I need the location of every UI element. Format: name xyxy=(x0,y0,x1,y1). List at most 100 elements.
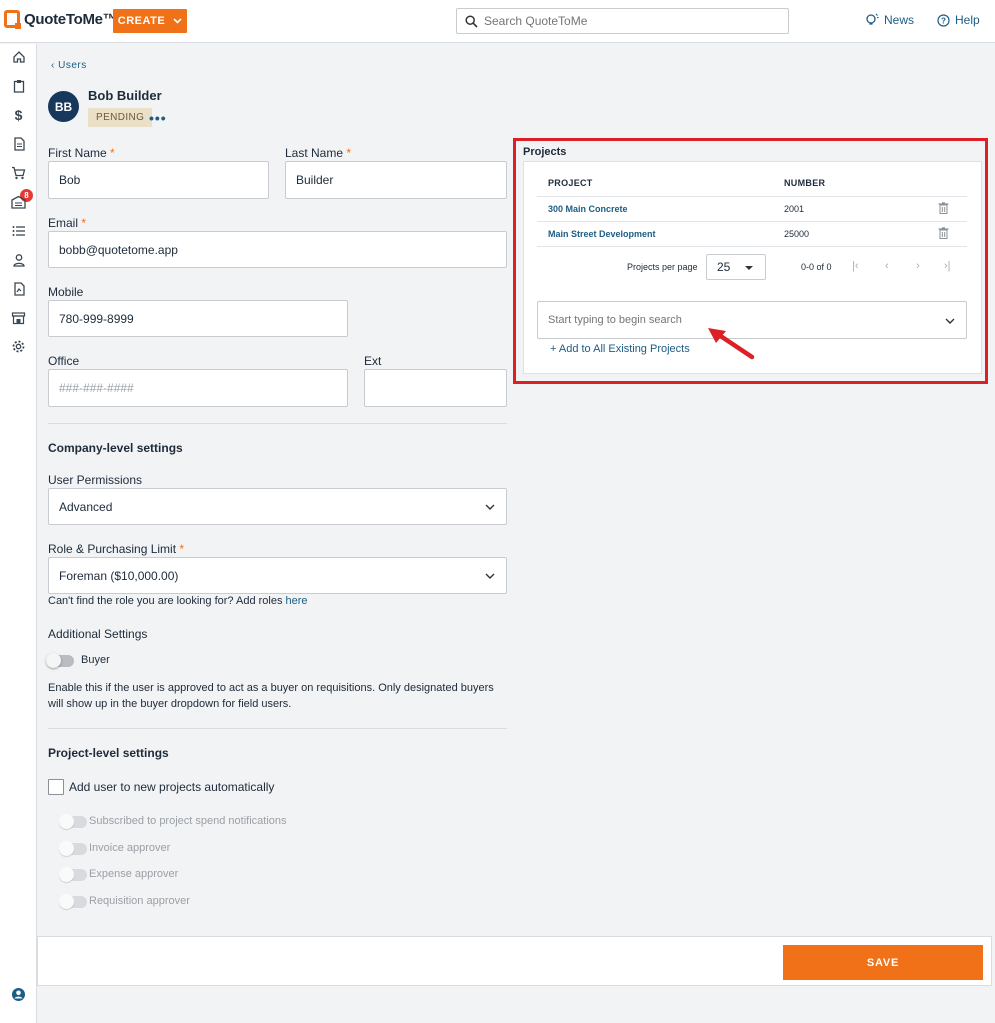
table-row-number: 2001 xyxy=(784,204,805,214)
global-search-input[interactable] xyxy=(484,14,774,28)
news-label: News xyxy=(884,13,915,27)
table-row-divider xyxy=(537,221,967,222)
gear-icon[interactable] xyxy=(10,338,27,355)
last-name-field[interactable]: Builder xyxy=(285,161,507,199)
cart-icon[interactable] xyxy=(10,164,27,181)
email-field[interactable]: bobb@quotetome.app xyxy=(48,231,507,268)
user-name: Bob Builder xyxy=(88,88,162,103)
more-options-icon[interactable]: ••• xyxy=(149,110,167,126)
mobile-field[interactable]: 780-999-8999 xyxy=(48,300,348,337)
per-page-select[interactable]: 25 xyxy=(706,254,766,280)
logo-icon xyxy=(4,10,21,29)
news-link[interactable]: News xyxy=(865,13,914,27)
dollar-icon[interactable]: $ xyxy=(10,106,27,123)
annotation-arrow-icon xyxy=(708,328,755,360)
create-button[interactable]: CREATE xyxy=(113,9,187,33)
spend-notifications-toggle[interactable] xyxy=(59,814,87,829)
auto-add-label: Add user to new projects automatically xyxy=(69,780,275,794)
back-to-users-link[interactable]: ‹ Users xyxy=(51,60,87,71)
bottom-strip xyxy=(37,986,995,1023)
create-button-label: CREATE xyxy=(117,15,166,27)
page-range: 0-0 of 0 xyxy=(801,262,832,272)
requisition-approver-toggle[interactable] xyxy=(59,894,87,909)
caret-down-icon xyxy=(745,266,753,270)
per-page-value: 25 xyxy=(717,260,731,274)
column-header-number[interactable]: NUMBER xyxy=(784,178,825,188)
lightbulb-icon xyxy=(866,13,879,25)
email-label: Email * xyxy=(48,216,87,230)
add-to-all-projects-button[interactable]: + Add to All Existing Projects xyxy=(550,343,690,355)
projects-title: Projects xyxy=(523,146,567,158)
help-link[interactable]: ? Help xyxy=(937,13,980,27)
person-icon[interactable] xyxy=(10,251,27,268)
save-button[interactable]: SAVE xyxy=(783,945,983,980)
last-name-label: Last Name * xyxy=(285,146,352,160)
role-label: Role & Purchasing Limit * xyxy=(48,542,185,556)
project-settings-title: Project-level settings xyxy=(48,746,169,760)
document-icon[interactable] xyxy=(10,135,27,152)
home-icon[interactable] xyxy=(10,48,27,65)
list-icon[interactable] xyxy=(10,222,27,239)
prev-page-icon[interactable]: ‹ xyxy=(885,260,889,272)
additional-settings-title: Additional Settings xyxy=(48,627,148,641)
plus-icon: + xyxy=(550,343,559,355)
buyer-label: Buyer xyxy=(81,654,110,666)
table-row-number: 25000 xyxy=(784,229,810,239)
table-row-divider xyxy=(537,196,967,197)
mobile-label: Mobile xyxy=(48,285,84,299)
warehouse-icon[interactable] xyxy=(10,193,27,210)
global-search[interactable] xyxy=(456,8,789,34)
back-link-label: Users xyxy=(58,60,87,71)
left-sidebar: $ 8 xyxy=(0,44,37,1023)
table-row-project-link[interactable]: 300 Main Concrete xyxy=(548,204,628,214)
app-name: QuoteToMe™ xyxy=(24,10,118,28)
company-settings-title: Company-level settings xyxy=(48,441,183,455)
table-row-divider xyxy=(537,246,967,247)
store-icon[interactable] xyxy=(10,309,27,326)
column-header-project[interactable]: PROJECT xyxy=(548,178,593,188)
table-row-project-link[interactable]: Main Street Development xyxy=(548,229,656,239)
ext-field[interactable] xyxy=(364,369,507,407)
svg-text:?: ? xyxy=(941,16,946,25)
divider xyxy=(48,728,507,729)
expense-approver-label: Expense approver xyxy=(89,868,179,880)
office-field[interactable]: ###-###-#### xyxy=(48,369,348,407)
invoice-approver-label: Invoice approver xyxy=(89,842,171,854)
add-roles-link[interactable]: here xyxy=(286,595,308,607)
first-page-icon[interactable]: |‹ xyxy=(852,260,859,272)
add-to-all-label: Add to All Existing Projects xyxy=(558,343,690,355)
report-icon[interactable] xyxy=(10,280,27,297)
ext-label: Ext xyxy=(364,354,382,368)
auto-add-checkbox[interactable] xyxy=(48,779,64,795)
clipboard-icon[interactable] xyxy=(10,77,27,94)
avatar: BB xyxy=(48,91,79,122)
app-logo[interactable]: QuoteToMe™ xyxy=(4,10,118,29)
requisition-approver-label: Requisition approver xyxy=(89,895,190,907)
office-label: Office xyxy=(48,354,80,368)
search-icon xyxy=(465,14,478,28)
account-circle-icon[interactable] xyxy=(10,986,27,1003)
user-permissions-label: User Permissions xyxy=(48,473,143,487)
trash-icon[interactable] xyxy=(938,227,949,239)
spend-notifications-label: Subscribed to project spend notification… xyxy=(89,815,287,827)
buyer-toggle[interactable] xyxy=(46,653,74,668)
buyer-help-text: Enable this if the user is approved to a… xyxy=(48,682,494,710)
help-icon: ? xyxy=(937,13,950,27)
role-value: Foreman ($10,000.00) xyxy=(59,568,179,583)
expense-approver-toggle[interactable] xyxy=(59,867,87,882)
per-page-label: Projects per page xyxy=(627,262,698,272)
last-page-icon[interactable]: ›| xyxy=(944,260,951,272)
top-bar: QuoteToMe™ CREATE News ? Help xyxy=(0,0,995,43)
first-name-field[interactable]: Bob xyxy=(48,161,269,199)
first-name-label: First Name * xyxy=(48,146,115,160)
role-help-text: Can't find the role you are looking for?… xyxy=(48,595,308,607)
next-page-icon[interactable]: › xyxy=(916,260,920,272)
invoice-approver-toggle[interactable] xyxy=(59,841,87,856)
chevron-down-icon xyxy=(945,318,955,324)
chevron-down-icon xyxy=(173,18,182,24)
chevron-down-icon xyxy=(485,504,495,510)
status-badge: PENDING xyxy=(88,108,153,127)
role-select[interactable]: Foreman ($10,000.00) xyxy=(48,557,507,594)
user-permissions-select[interactable]: Advanced xyxy=(48,488,507,525)
trash-icon[interactable] xyxy=(938,202,949,214)
